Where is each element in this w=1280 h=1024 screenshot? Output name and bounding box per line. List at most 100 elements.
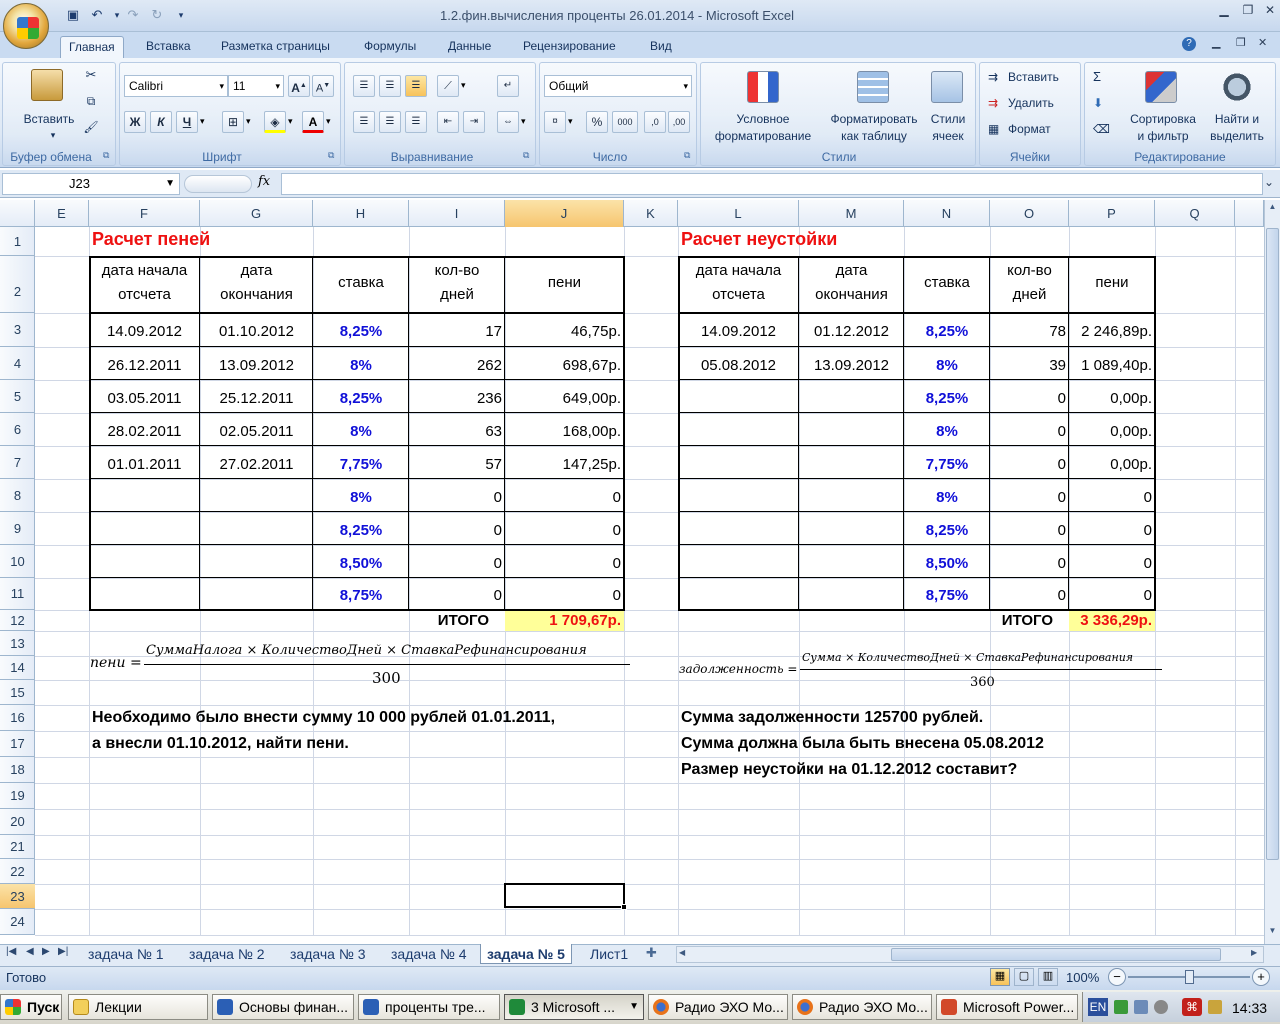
row-header-2[interactable]: 2 [0, 256, 35, 313]
tab-review[interactable]: Рецензирование [515, 36, 624, 58]
restore-icon[interactable]: ❐ [1236, 2, 1260, 18]
decrease-decimal-icon[interactable]: ,00 [668, 111, 690, 133]
row-header-17[interactable]: 17 [0, 731, 35, 757]
sheet-tab-4[interactable]: задача № 4 [385, 944, 473, 964]
name-box-dropdown-icon[interactable]: ▼ [165, 174, 175, 194]
row-header-1[interactable]: 1 [0, 227, 35, 256]
taskbar-item-powerpoint[interactable]: Microsoft Power... [936, 994, 1078, 1020]
orientation-icon[interactable]: ⟋ [437, 75, 459, 97]
font-size-dropdown-icon[interactable]: ▾ [275, 76, 280, 96]
redo-icon[interactable]: ↷ [124, 6, 142, 24]
row-header-13[interactable]: 13 [0, 631, 35, 656]
column-header-M[interactable]: M [799, 200, 904, 227]
shrink-font-icon[interactable]: A▼ [312, 75, 334, 97]
zoom-slider-thumb[interactable] [1185, 970, 1194, 984]
insert-sheet-icon[interactable]: ✚ [646, 945, 657, 961]
sheet-tab-3[interactable]: задача № 3 [284, 944, 372, 964]
minimize-icon[interactable]: ▁ [1212, 2, 1236, 18]
row-header-16[interactable]: 16 [0, 705, 35, 731]
insert-cells-button[interactable]: Вставить [1008, 69, 1059, 85]
format-as-table-label-1[interactable]: Форматировать [819, 111, 929, 127]
currency-format-icon[interactable]: ¤ [544, 111, 566, 133]
bold-button[interactable]: Ж [124, 111, 146, 133]
underline-button[interactable]: Ч [176, 111, 198, 133]
language-indicator[interactable]: EN [1088, 998, 1108, 1016]
format-as-table-label-2[interactable]: как таблицу [819, 128, 929, 144]
number-format-combo[interactable]: Общий ▾ [544, 75, 692, 97]
sheet-tab-1[interactable]: задача № 1 [82, 944, 170, 964]
office-button[interactable] [3, 3, 49, 49]
font-color-dropdown-icon[interactable]: ▾ [326, 116, 331, 127]
tab-insert[interactable]: Вставка [138, 36, 199, 58]
font-name-dropdown-icon[interactable]: ▾ [219, 76, 224, 96]
zoom-out-icon[interactable]: − [1108, 968, 1126, 986]
font-size-combo[interactable]: 11 ▾ [228, 75, 284, 97]
clear-icon[interactable]: ⌫ [1093, 121, 1110, 137]
column-header-F[interactable]: F [89, 200, 200, 227]
align-left-icon[interactable]: ☰ [353, 111, 375, 133]
expand-formula-bar-icon[interactable]: ⌄ [1264, 175, 1274, 189]
row-header-23[interactable]: 23 [0, 884, 35, 909]
sheet-tab-6[interactable]: Лист1 [584, 944, 634, 964]
normal-view-icon[interactable]: ▦ [990, 968, 1010, 986]
save-icon[interactable]: ▣ [64, 6, 82, 24]
percent-button[interactable]: % [586, 111, 608, 133]
tab-view[interactable]: Вид [642, 36, 680, 58]
paste-button[interactable]: Вставить [9, 111, 89, 127]
help-icon[interactable]: ? [1182, 37, 1196, 51]
format-cells-button[interactable]: Формат [1008, 121, 1051, 137]
currency-dropdown-icon[interactable]: ▾ [568, 116, 573, 127]
autosum-icon[interactable]: Σ [1093, 69, 1101, 85]
wb-close-icon[interactable]: ✕ [1258, 36, 1267, 49]
last-sheet-icon[interactable]: ▶| [58, 946, 68, 957]
number-launcher-icon[interactable]: ⧉ [684, 150, 690, 161]
row-header-19[interactable]: 19 [0, 783, 35, 809]
undo-icon[interactable]: ↶ [88, 6, 106, 24]
monitor-icon[interactable] [1134, 1000, 1148, 1014]
column-header-Q[interactable]: Q [1155, 200, 1235, 227]
align-right-icon[interactable]: ☰ [405, 111, 427, 133]
font-name-combo[interactable]: Calibri ▾ [124, 75, 228, 97]
tray-app-icon[interactable] [1208, 1000, 1222, 1014]
row-header-8[interactable]: 8 [0, 479, 35, 512]
row-header-4[interactable]: 4 [0, 347, 35, 380]
wb-minimize-icon[interactable]: ▁ [1212, 36, 1220, 49]
sort-filter-label-2[interactable]: и фильтр [1121, 128, 1205, 144]
row-header-9[interactable]: 9 [0, 512, 35, 545]
row-header-14[interactable]: 14 [0, 656, 35, 680]
fill-color-icon[interactable]: ◈ [264, 111, 286, 133]
merge-dropdown-icon[interactable]: ▾ [521, 116, 526, 127]
vertical-scrollbar[interactable]: ▲ ▼ [1264, 200, 1280, 944]
zoom-level[interactable]: 100% [1066, 970, 1099, 985]
page-break-view-icon[interactable]: ▥ [1038, 968, 1058, 986]
column-header-P[interactable]: P [1069, 200, 1155, 227]
row-header-24[interactable]: 24 [0, 909, 35, 935]
fill-color-dropdown-icon[interactable]: ▾ [288, 116, 293, 127]
row-header-18[interactable]: 18 [0, 757, 35, 783]
row-header-3[interactable]: 3 [0, 313, 35, 347]
taskbar-item-firefox-2[interactable]: Радио ЭХО Мо... [792, 994, 932, 1020]
name-box[interactable]: J23 ▼ [2, 173, 180, 195]
column-header-N[interactable]: N [904, 200, 990, 227]
row-header-11[interactable]: 11 [0, 578, 35, 610]
taskbar-item-word-2[interactable]: проценты тре... [358, 994, 500, 1020]
taskbar-item-lectures[interactable]: Лекции [68, 994, 208, 1020]
taskbar-item-excel[interactable]: 3 Microsoft ... ▼ [504, 994, 644, 1020]
speaker-icon[interactable] [1154, 1000, 1168, 1014]
wrap-text-icon[interactable]: ↵ [497, 75, 519, 97]
column-header-I[interactable]: I [409, 200, 505, 227]
page-layout-view-icon[interactable]: ▢ [1014, 968, 1034, 986]
prev-sheet-icon[interactable]: ◀ [26, 946, 34, 957]
font-color-icon[interactable]: A [302, 111, 324, 133]
increase-decimal-icon[interactable]: ,0 [644, 111, 666, 133]
row-header-21[interactable]: 21 [0, 835, 35, 859]
column-header-O[interactable]: O [990, 200, 1069, 227]
cut-icon[interactable]: ✂ [83, 67, 99, 83]
row-header-6[interactable]: 6 [0, 413, 35, 446]
row-header-12[interactable]: 12 [0, 610, 35, 631]
borders-dropdown-icon[interactable]: ▾ [246, 116, 251, 127]
taskbar-item-firefox-1[interactable]: Радио ЭХО Мо... [648, 994, 788, 1020]
antivirus-icon[interactable]: ⌘ [1182, 998, 1202, 1016]
customize-qat-icon[interactable]: ▾ [172, 6, 190, 24]
grow-font-icon[interactable]: A▲ [288, 75, 310, 97]
